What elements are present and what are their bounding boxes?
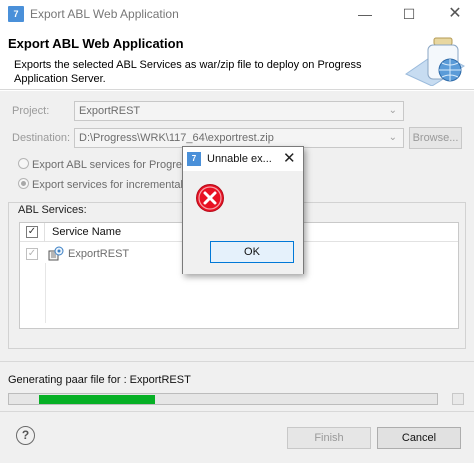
divider bbox=[0, 361, 474, 362]
destination-label: Destination: bbox=[12, 132, 71, 144]
error-dialog: 7 Unnable ex... ✕ OK bbox=[182, 146, 304, 274]
project-combo[interactable]: ExportREST ⌄ bbox=[74, 101, 404, 121]
app-icon: 7 bbox=[187, 152, 201, 166]
dialog-title: Unnable ex... bbox=[207, 153, 272, 165]
export-jar-globe-icon bbox=[404, 37, 465, 86]
progress-bar bbox=[8, 393, 438, 405]
select-all-checkbox[interactable]: ✓ bbox=[26, 226, 38, 238]
maximize-icon[interactable]: ☐ bbox=[392, 0, 426, 28]
divider bbox=[0, 411, 474, 412]
radio-export-progress[interactable]: Export ABL services for Progress bbox=[18, 158, 193, 171]
help-icon[interactable]: ? bbox=[16, 426, 35, 445]
radio-button[interactable] bbox=[18, 158, 29, 169]
app-icon: 7 bbox=[8, 6, 24, 22]
radio-button-selected[interactable] bbox=[18, 178, 29, 189]
column-separator bbox=[44, 223, 45, 242]
close-icon[interactable]: ✕ bbox=[438, 0, 472, 28]
service-checkbox[interactable]: ✓ bbox=[26, 248, 38, 260]
service-name-column-header[interactable]: Service Name bbox=[52, 226, 121, 238]
radio-export-incremental[interactable]: Export services for incremental bbox=[18, 178, 183, 191]
project-value: ExportREST bbox=[79, 105, 141, 117]
project-label: Project: bbox=[12, 105, 50, 117]
destination-value: D:\Progress\WRK\117_64\exportrest.zip bbox=[79, 132, 274, 144]
dialog-body: OK bbox=[183, 171, 303, 274]
chevron-down-icon: ⌄ bbox=[388, 105, 397, 116]
service-label: ExportREST bbox=[68, 248, 130, 260]
abl-service-icon bbox=[48, 246, 64, 261]
abl-services-label: ABL Services: bbox=[18, 204, 87, 216]
error-icon bbox=[196, 184, 224, 212]
minimize-icon[interactable]: — bbox=[348, 0, 382, 28]
stop-icon[interactable] bbox=[452, 393, 464, 405]
browse-button[interactable]: Browse... bbox=[409, 127, 462, 149]
ok-button[interactable]: OK bbox=[210, 241, 294, 263]
wizard-description: Exports the selected ABL Services as war… bbox=[14, 59, 362, 85]
destination-combo[interactable]: D:\Progress\WRK\117_64\exportrest.zip ⌄ bbox=[74, 128, 404, 148]
radio-export-progress-label: Export ABL services for Progress bbox=[32, 159, 193, 171]
tree-guide-line bbox=[45, 263, 46, 323]
window-title: Export ABL Web Application bbox=[30, 7, 179, 21]
radio-export-incremental-label: Export services for incremental bbox=[32, 179, 183, 191]
wizard-banner: Export ABL Web Application Exports the s… bbox=[0, 28, 474, 90]
progress-bar-fill bbox=[39, 395, 155, 404]
wizard-heading: Export ABL Web Application bbox=[8, 36, 184, 51]
close-icon[interactable]: ✕ bbox=[283, 149, 296, 167]
window-title-bar: 7 Export ABL Web Application — ☐ ✕ bbox=[0, 0, 474, 28]
dialog-title-bar: 7 Unnable ex... ✕ bbox=[183, 147, 303, 171]
finish-button[interactable]: Finish bbox=[287, 427, 371, 449]
chevron-down-icon: ⌄ bbox=[388, 132, 397, 143]
cancel-button[interactable]: Cancel bbox=[377, 427, 461, 449]
progress-status-text: Generating paar file for : ExportREST bbox=[8, 374, 191, 386]
